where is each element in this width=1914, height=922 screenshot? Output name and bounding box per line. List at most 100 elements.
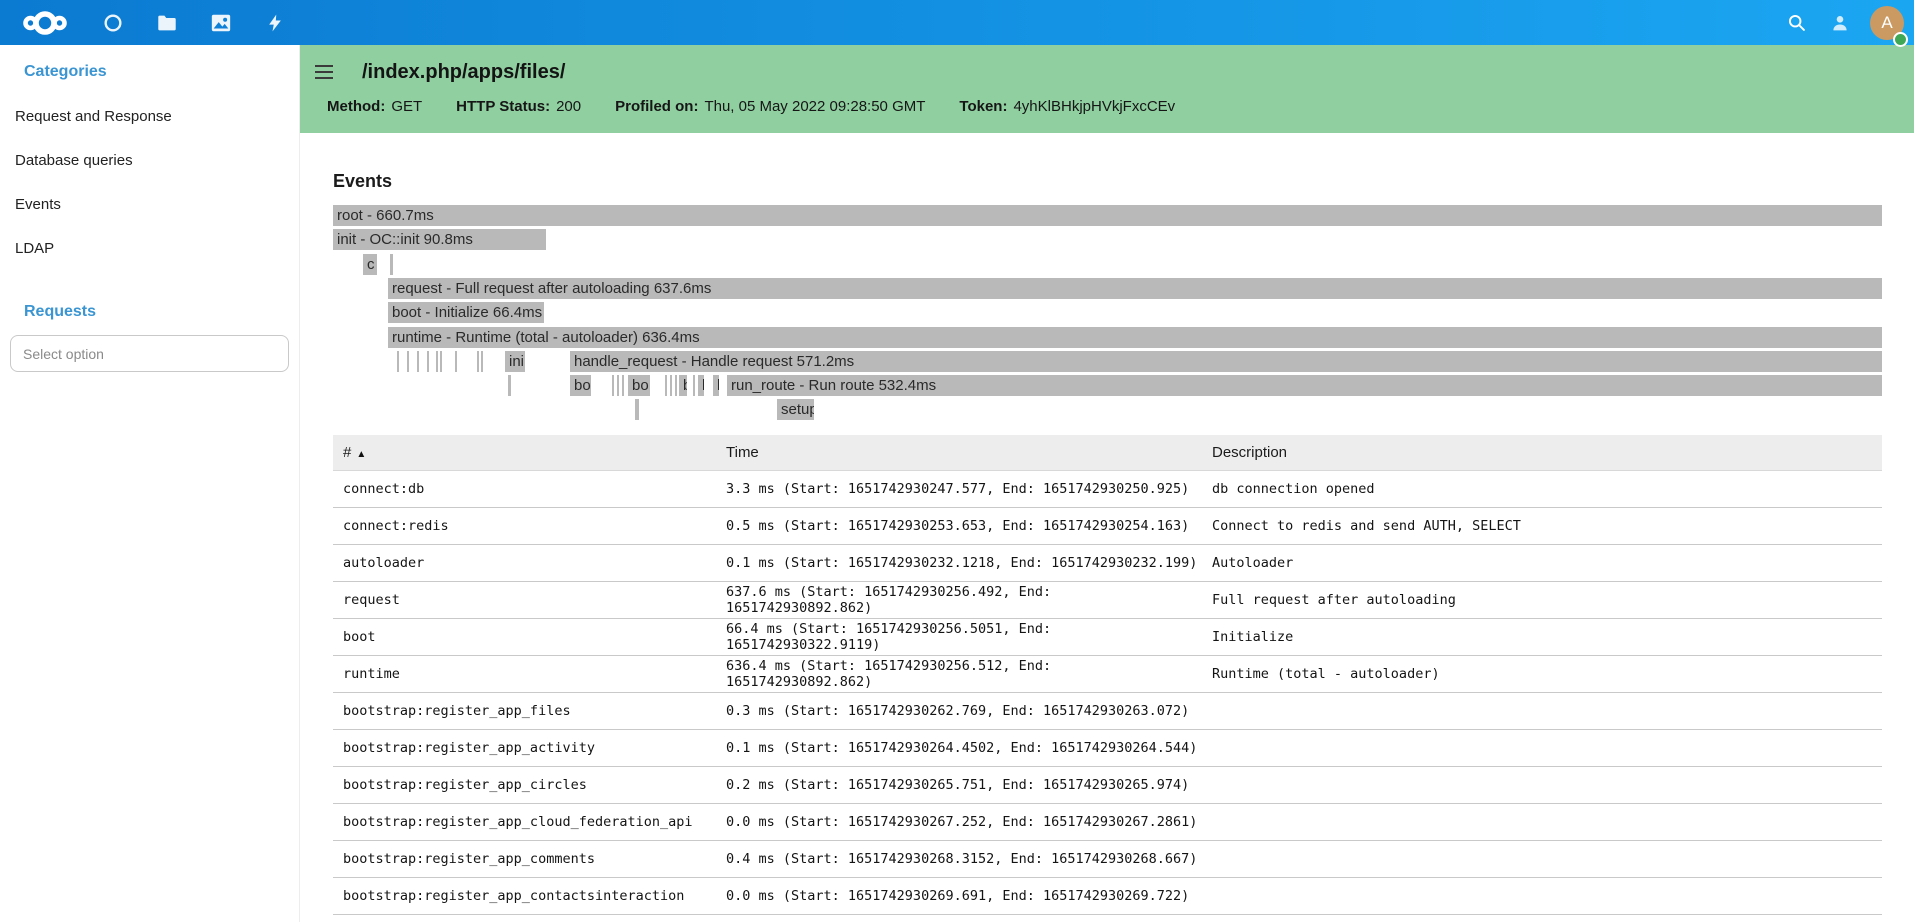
user-avatar[interactable]: A [1870, 6, 1904, 40]
app-button-photos[interactable] [194, 0, 248, 45]
timeline-tick [665, 375, 667, 396]
timeline-tick [477, 351, 479, 372]
app-button-circles[interactable] [86, 0, 140, 45]
event-name-cell: autoloader [333, 544, 716, 581]
timeline-bar: ini [505, 351, 525, 372]
event-time-cell: 636.4 ms (Start: 1651742930256.512, End:… [716, 655, 1202, 692]
timeline-tick [436, 351, 438, 372]
table-row: connect:db3.3 ms (Start: 1651742930247.5… [333, 470, 1882, 507]
categories-heading: Categories [0, 45, 299, 85]
method-value: GET [391, 98, 422, 115]
column-header-number[interactable]: #▲ [333, 435, 716, 470]
event-time-cell: 0.0 ms (Start: 1651742930269.691, End: 1… [716, 877, 1202, 914]
sidebar-item-request-and-response[interactable]: Request and Response [0, 95, 299, 139]
profiled-on-label: Profiled on: [615, 98, 698, 115]
event-name-cell: bootstrap:register_app_cloud_federation_… [333, 803, 716, 840]
event-time-cell: 0.0 ms (Start: 1651742930267.252, End: 1… [716, 803, 1202, 840]
table-row: bootstrap:register_app_activity0.1 ms (S… [333, 729, 1882, 766]
files-app-icon[interactable] [156, 12, 178, 34]
event-description-cell: Runtime (total - autoloader) [1202, 655, 1882, 692]
timeline-tick [427, 351, 429, 372]
event-name-cell: bootstrap:register_app_activity [333, 729, 716, 766]
app-button-files[interactable] [140, 0, 194, 45]
timeline-bar: root - 660.7ms [333, 205, 1882, 226]
table-row: bootstrap:register_app_cloud_federation_… [333, 803, 1882, 840]
timeline-tick [390, 254, 393, 275]
event-time-cell: 0.4 ms (Start: 1651742930268.3152, End: … [716, 840, 1202, 877]
status-indicator [1893, 32, 1908, 47]
column-header-time[interactable]: Time [716, 435, 1202, 470]
event-description-cell: Connect to redis and send AUTH, SELECT [1202, 507, 1882, 544]
timeline-bar: b [679, 375, 687, 396]
events-table: #▲ Time Description connect:db3.3 ms (St… [333, 435, 1882, 915]
time-column-label: Time [726, 444, 759, 461]
timeline-bar: setup [777, 399, 814, 420]
table-header-row: #▲ Time Description [333, 435, 1882, 470]
nextcloud-logo[interactable] [0, 10, 68, 36]
token-value: 4yhKlBHkjpHVkjFxcCEv [1013, 98, 1175, 115]
event-name-cell: boot [333, 618, 716, 655]
menu-toggle-button[interactable] [315, 65, 335, 80]
event-description-cell: Initialize [1202, 618, 1882, 655]
activity-app-icon[interactable] [265, 13, 285, 33]
avatar-letter: A [1881, 13, 1892, 33]
event-time-cell: 0.5 ms (Start: 1651742930253.653, End: 1… [716, 507, 1202, 544]
event-name-cell: bootstrap:register_app_comments [333, 840, 716, 877]
timeline-bar: l [698, 375, 704, 396]
circles-app-icon[interactable] [102, 12, 124, 34]
http-status-label: HTTP Status: [456, 98, 550, 115]
event-name-cell: connect:redis [333, 507, 716, 544]
timeline-tick [617, 375, 619, 396]
timeline-tick [417, 351, 419, 372]
timeline-bar: bo [628, 375, 650, 396]
timeline-tick [675, 375, 677, 396]
token-label: Token: [959, 98, 1007, 115]
sidebar-item-events[interactable]: Events [0, 183, 299, 227]
photos-app-icon[interactable] [210, 12, 232, 34]
request-header: /index.php/apps/files/ Method:GET HTTP S… [300, 45, 1914, 133]
table-row: request637.6 ms (Start: 1651742930256.49… [333, 581, 1882, 618]
method-meta: Method:GET [327, 98, 422, 115]
app-button-activity[interactable] [248, 0, 302, 45]
event-time-cell: 637.6 ms (Start: 1651742930256.492, End:… [716, 581, 1202, 618]
events-timeline: root - 660.7msinit - OC::init 90.8mscreq… [333, 205, 1882, 420]
timeline-bar: l [635, 399, 639, 420]
profiled-on-value: Thu, 05 May 2022 09:28:50 GMT [704, 98, 925, 115]
request-select-input[interactable] [10, 335, 289, 372]
timeline-bar: init - OC::init 90.8ms [333, 229, 546, 250]
event-description-cell [1202, 766, 1882, 803]
event-description-cell: Full request after autoloading [1202, 581, 1882, 618]
timeline-tick [693, 375, 695, 396]
event-time-cell: 3.3 ms (Start: 1651742930247.577, End: 1… [716, 470, 1202, 507]
event-name-cell: bootstrap:register_app_circles [333, 766, 716, 803]
nextcloud-logo-icon[interactable] [22, 10, 68, 36]
event-description-cell [1202, 877, 1882, 914]
timeline-tick [508, 375, 511, 396]
timeline-bar: run_route - Run route 532.4ms [727, 375, 1882, 396]
event-time-cell: 0.3 ms (Start: 1651742930262.769, End: 1… [716, 692, 1202, 729]
column-header-description[interactable]: Description [1202, 435, 1882, 470]
http-status-value: 200 [556, 98, 581, 115]
event-name-cell: connect:db [333, 470, 716, 507]
table-row: boot66.4 ms (Start: 1651742930256.5051, … [333, 618, 1882, 655]
contacts-icon[interactable] [1829, 12, 1851, 34]
event-description-cell [1202, 729, 1882, 766]
event-description-cell [1202, 692, 1882, 729]
sidebar-item-database-queries[interactable]: Database queries [0, 139, 299, 183]
event-name-cell: runtime [333, 655, 716, 692]
event-description-cell [1202, 803, 1882, 840]
timeline-bar: bo [570, 375, 591, 396]
events-section-title: Events [333, 171, 1882, 192]
search-button[interactable] [1774, 0, 1818, 45]
search-icon[interactable] [1786, 12, 1807, 33]
timeline-tick [622, 375, 624, 396]
sort-ascending-icon: ▲ [356, 449, 366, 460]
sidebar: Categories Request and ResponseDatabase … [0, 45, 300, 922]
timeline-tick [397, 351, 399, 372]
sidebar-item-ldap[interactable]: LDAP [0, 227, 299, 271]
timeline-bar: handle_request - Handle request 571.2ms [570, 351, 1882, 372]
top-navigation-bar: A [0, 0, 1914, 45]
contacts-button[interactable] [1818, 0, 1862, 45]
token-meta: Token: 4yhKlBHkjpHVkjFxcCEv [959, 98, 1175, 115]
table-row: bootstrap:register_app_circles0.2 ms (St… [333, 766, 1882, 803]
